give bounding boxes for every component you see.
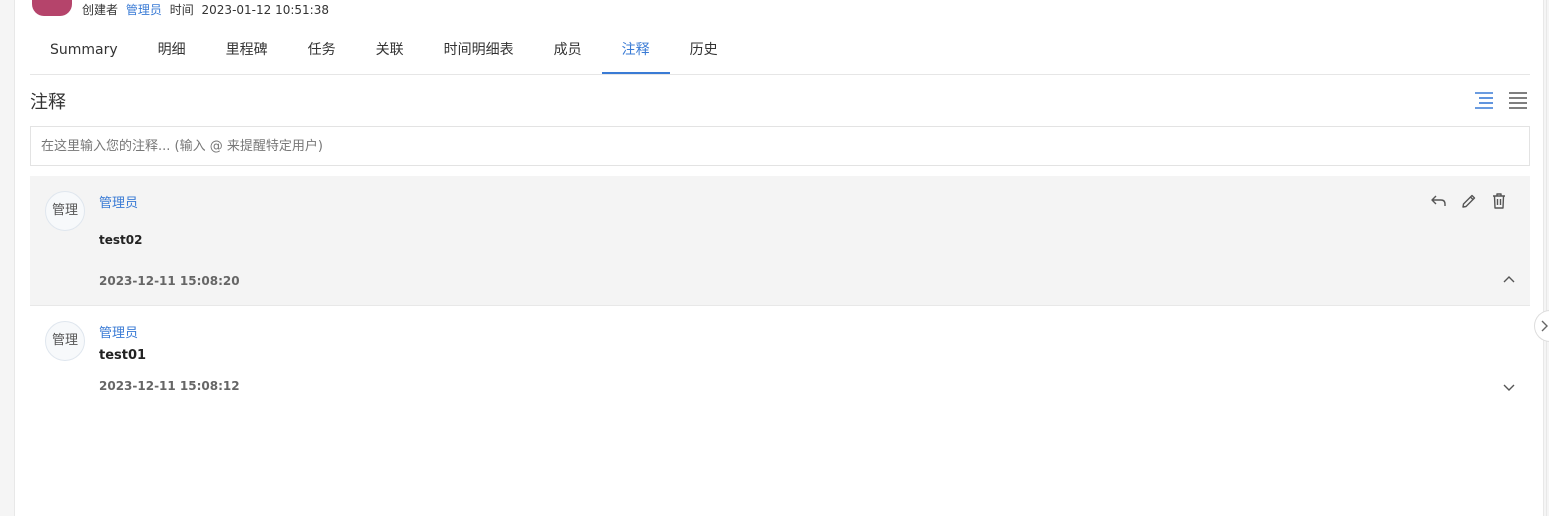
comment-body: test02 bbox=[99, 233, 143, 247]
chevron-up-icon[interactable] bbox=[1502, 273, 1516, 287]
comment-author-link[interactable]: 管理员 bbox=[99, 192, 138, 211]
page: 创建者 管理员 时间 2023-01-12 10:51:38 Summary 明… bbox=[14, 0, 1544, 516]
avatar: 管理 bbox=[45, 191, 85, 231]
tab-members[interactable]: 成员 bbox=[534, 28, 602, 74]
threaded-view-icon[interactable] bbox=[1474, 90, 1494, 110]
creator-label: 创建者 bbox=[82, 3, 119, 17]
tab-milestones[interactable]: 里程碑 bbox=[206, 28, 288, 74]
comment-item: 管理 管理员 test02 2023-12-11 15:08:20 bbox=[30, 176, 1530, 306]
tab-bar: Summary 明细 里程碑 任务 关联 时间明细表 成员 注释 历史 bbox=[30, 28, 1530, 75]
tab-tasks[interactable]: 任务 bbox=[288, 28, 356, 74]
time-label: 时间 bbox=[169, 3, 194, 17]
tab-history[interactable]: 历史 bbox=[670, 28, 738, 74]
comment-body: test01 bbox=[99, 348, 147, 363]
created-time: 2023-01-12 10:51:38 bbox=[201, 3, 329, 17]
pencil-icon[interactable] bbox=[1460, 192, 1478, 210]
reply-icon[interactable] bbox=[1430, 192, 1448, 210]
tab-comments[interactable]: 注释 bbox=[601, 28, 670, 74]
comment-item: 管理 管理员 test01 2023-12-11 15:08:12 bbox=[30, 306, 1530, 406]
right-edge-divider bbox=[1546, 0, 1547, 516]
list-view-icon[interactable] bbox=[1508, 90, 1528, 110]
tab-details[interactable]: 明细 bbox=[138, 28, 206, 74]
chevron-right-icon bbox=[1541, 320, 1548, 332]
tab-associations[interactable]: 关联 bbox=[356, 28, 424, 74]
avatar: 管理 bbox=[45, 321, 85, 361]
comment-author-link[interactable]: 管理员 bbox=[99, 322, 138, 341]
comment-input[interactable] bbox=[30, 126, 1530, 166]
tab-timesheet[interactable]: 时间明细表 bbox=[424, 28, 534, 74]
view-toggle-group bbox=[1474, 90, 1528, 110]
chevron-down-icon[interactable] bbox=[1502, 380, 1516, 394]
comment-timestamp: 2023-12-11 15:08:12 bbox=[99, 379, 240, 393]
section-title: 注释 bbox=[30, 92, 66, 113]
trash-icon[interactable] bbox=[1490, 192, 1508, 210]
creator-meta: 创建者 管理员 时间 2023-01-12 10:51:38 bbox=[82, 1, 333, 18]
creator-name-link[interactable]: 管理员 bbox=[126, 3, 162, 17]
comment-timestamp: 2023-12-11 15:08:20 bbox=[99, 274, 240, 288]
comment-actions bbox=[1430, 192, 1508, 210]
tab-summary[interactable]: Summary bbox=[30, 28, 138, 74]
project-logo bbox=[32, 0, 72, 16]
